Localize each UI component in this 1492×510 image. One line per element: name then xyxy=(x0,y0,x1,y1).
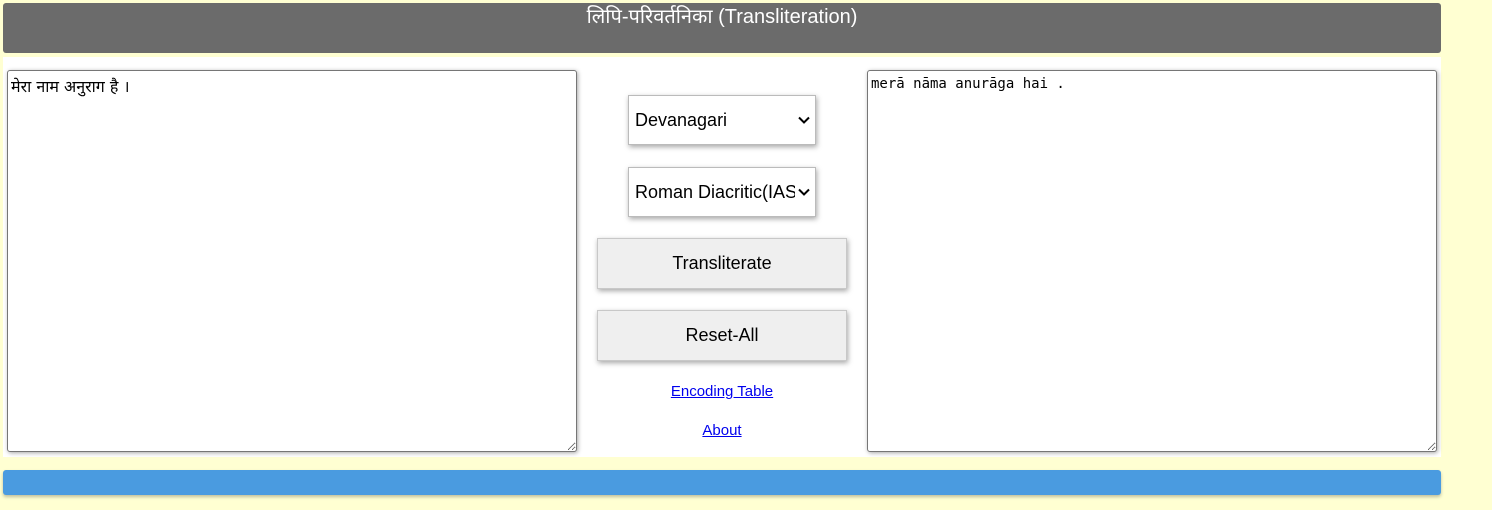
chevron-down-icon xyxy=(797,183,811,197)
footer-bar xyxy=(3,470,1441,495)
chevron-down-icon xyxy=(797,111,811,125)
source-script-select[interactable]: Devanagari xyxy=(628,95,816,145)
encoding-table-link[interactable]: Encoding Table xyxy=(597,383,847,400)
target-script-selected: Roman Diacritic(IAST) xyxy=(635,182,795,202)
reset-all-button[interactable]: Reset-All xyxy=(597,310,847,361)
target-script-select[interactable]: Roman Diacritic(IAST) xyxy=(628,167,816,217)
transliterated-text-output[interactable]: merā nāma anurāga hai . xyxy=(867,70,1437,452)
about-link[interactable]: About xyxy=(597,422,847,439)
transliterate-button[interactable]: Transliterate xyxy=(597,238,847,289)
page-title: लिपि-परिवर्तनिका (Transliteration) xyxy=(3,3,1441,53)
source-text-input[interactable]: मेरा नाम अनुराग है । xyxy=(7,70,577,452)
source-script-selected: Devanagari xyxy=(635,110,728,130)
app-root: लिपि-परिवर्तनिका (Transliteration) मेरा … xyxy=(0,0,1492,510)
